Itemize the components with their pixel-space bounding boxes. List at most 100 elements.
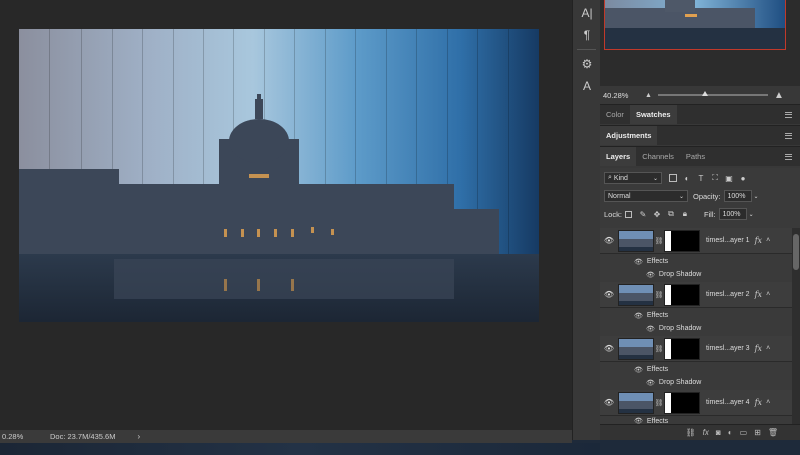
panel-menu-icon[interactable] <box>785 126 792 145</box>
lock-all-icon[interactable]: 🔒︎ <box>680 209 690 219</box>
adjustments-tabbar: Adjustments <box>600 125 800 145</box>
layer-thumbnail[interactable] <box>618 283 654 306</box>
visibility-eye-icon[interactable]: 👁︎ <box>600 344 618 353</box>
visibility-eye-icon[interactable]: 👁︎ <box>600 236 618 245</box>
shape-filter-icon[interactable]: ⛶ <box>710 173 720 183</box>
effect-row[interactable]: 👁︎ Drop Shadow <box>600 322 792 335</box>
lock-artboard-icon[interactable]: ⧉ <box>666 209 676 219</box>
effects-eye-icon[interactable]: 👁︎ <box>634 312 643 320</box>
fx-add-icon[interactable]: fx <box>703 428 709 437</box>
layer-thumbnail[interactable] <box>618 391 654 414</box>
navigator-thumbnail[interactable] <box>604 0 786 50</box>
fx-icon[interactable]: fx <box>755 344 762 353</box>
blend-opacity-row: Normal ⌄ Opacity: 100% ⌄ <box>600 190 792 202</box>
zoom-in-icon[interactable]: ▲ <box>774 90 784 101</box>
effects-row[interactable]: 👁︎ Effects <box>600 255 792 268</box>
adjustment-filter-icon[interactable]: ◐ <box>682 173 692 183</box>
paragraph-icon[interactable]: ¶ <box>573 24 601 46</box>
layer-mask-thumbnail[interactable] <box>664 229 700 252</box>
effect-row[interactable]: 👁︎ Drop Shadow <box>600 268 792 281</box>
panel-menu-icon[interactable] <box>785 105 792 124</box>
layer-row[interactable]: 👁︎ ⛓︎ timesl...ayer 4 fx ˄ <box>600 390 792 416</box>
canvas-area[interactable] <box>0 0 572 430</box>
chevron-down-icon[interactable]: ⌄ <box>754 193 759 200</box>
lock-brush-icon[interactable]: ✎ <box>638 209 648 219</box>
new-group-icon[interactable]: ▭ <box>740 428 748 437</box>
panel-menu-icon[interactable] <box>785 147 792 166</box>
effect-label: Drop Shadow <box>658 325 702 332</box>
layer-name[interactable]: timesl...ayer 4 <box>706 399 750 406</box>
new-layer-icon[interactable]: ⊞ <box>754 428 761 437</box>
filter-toggle-icon[interactable]: ● <box>738 173 748 183</box>
document-image[interactable] <box>19 29 539 322</box>
chevron-down-icon: ⌄ <box>678 193 684 200</box>
layer-row[interactable]: 👁︎ ⛓︎ timesl...ayer 1 fx ˄ <box>600 228 792 254</box>
tab-adjustments[interactable]: Adjustments <box>600 126 658 145</box>
layer-row[interactable]: 👁︎ ⛓︎ timesl...ayer 3 fx ˄ <box>600 336 792 362</box>
effect-eye-icon[interactable]: 👁︎ <box>646 271 655 279</box>
navigator-zoom-row: 40.28% ▲ ▲ <box>600 86 800 104</box>
tab-color[interactable]: Color <box>600 105 630 124</box>
collapse-caret-icon[interactable]: ˄ <box>766 291 770 298</box>
smart-object-filter-icon[interactable]: ▣ <box>724 173 734 183</box>
character-icon[interactable]: A| <box>573 2 601 24</box>
navigator-zoom-value[interactable]: 40.28% <box>603 91 641 100</box>
effects-row[interactable]: 👁︎ Effects <box>600 309 792 322</box>
collapse-caret-icon[interactable]: ˄ <box>766 345 770 352</box>
scrollbar-thumb[interactable] <box>793 234 799 270</box>
link-icon[interactable]: ⛓︎ <box>654 399 664 407</box>
visibility-eye-icon[interactable]: 👁︎ <box>600 290 618 299</box>
delete-layer-icon[interactable]: 🗑︎ <box>768 428 778 437</box>
layer-thumbnail[interactable] <box>618 337 654 360</box>
fx-icon[interactable]: fx <box>755 236 762 245</box>
character-style-icon[interactable]: A <box>573 75 601 97</box>
effect-eye-icon[interactable]: 👁︎ <box>646 379 655 387</box>
effects-eye-icon[interactable]: 👁︎ <box>634 258 643 266</box>
layers-scrollbar[interactable] <box>792 228 800 424</box>
effect-row[interactable]: 👁︎ Drop Shadow <box>600 376 792 389</box>
layer-mask-thumbnail[interactable] <box>664 283 700 306</box>
opacity-input[interactable]: 100% <box>723 190 752 202</box>
layer-row[interactable]: 👁︎ ⛓︎ timesl...ayer 2 fx ˄ <box>600 282 792 308</box>
tab-layers[interactable]: Layers <box>600 147 637 166</box>
link-icon[interactable]: ⛓︎ <box>654 291 664 299</box>
layer-name[interactable]: timesl...ayer 1 <box>706 237 750 244</box>
zoom-level[interactable]: 0.28% <box>0 432 40 441</box>
layer-thumbnail[interactable] <box>618 229 654 252</box>
visibility-eye-icon[interactable]: 👁︎ <box>600 398 618 407</box>
fill-input[interactable]: 100% <box>718 208 747 220</box>
link-icon[interactable]: ⛓︎ <box>654 345 664 353</box>
link-icon[interactable]: ⛓︎ <box>654 237 664 245</box>
collapse-caret-icon[interactable]: ˄ <box>766 237 770 244</box>
status-menu-arrow[interactable]: › <box>137 432 140 441</box>
zoom-slider[interactable] <box>657 91 768 96</box>
type-filter-icon[interactable]: T <box>696 173 706 183</box>
chevron-down-icon[interactable]: ⌄ <box>749 211 754 218</box>
search-icon: ⌕ <box>608 174 612 181</box>
blend-mode-select[interactable]: Normal ⌄ <box>604 190 688 202</box>
layer-mask-thumbnail[interactable] <box>664 337 700 360</box>
adjustment-layer-icon[interactable]: ◐ <box>728 428 733 437</box>
filter-kind-select[interactable]: ⌕ Kind ⌄ <box>604 172 662 184</box>
lock-transparent-icon[interactable] <box>624 209 634 219</box>
glyphs-icon[interactable]: ⚙ <box>573 53 601 75</box>
layer-name[interactable]: timesl...ayer 2 <box>706 291 750 298</box>
tab-swatches[interactable]: Swatches <box>629 105 677 124</box>
effects-row[interactable]: 👁︎ Effects <box>600 363 792 376</box>
collapse-caret-icon[interactable]: ˄ <box>766 399 770 406</box>
layer-name[interactable]: timesl...ayer 3 <box>706 345 750 352</box>
effect-eye-icon[interactable]: 👁︎ <box>646 325 655 333</box>
fx-icon[interactable]: fx <box>755 398 762 407</box>
effects-eye-icon[interactable]: 👁︎ <box>634 366 643 374</box>
navigator-panel <box>600 0 800 86</box>
fx-icon[interactable]: fx <box>755 290 762 299</box>
add-mask-icon[interactable]: ◙ <box>716 428 721 437</box>
pixel-filter-icon[interactable] <box>668 173 678 183</box>
zoom-out-icon[interactable]: ▲ <box>645 92 652 99</box>
layer-mask-thumbnail[interactable] <box>664 391 700 414</box>
tab-paths[interactable]: Paths <box>680 147 711 166</box>
lock-move-icon[interactable]: ✥ <box>652 209 662 219</box>
tab-channels[interactable]: Channels <box>636 147 680 166</box>
effect-label: Drop Shadow <box>658 379 702 386</box>
link-layers-icon[interactable]: ⛓︎ <box>686 428 696 437</box>
